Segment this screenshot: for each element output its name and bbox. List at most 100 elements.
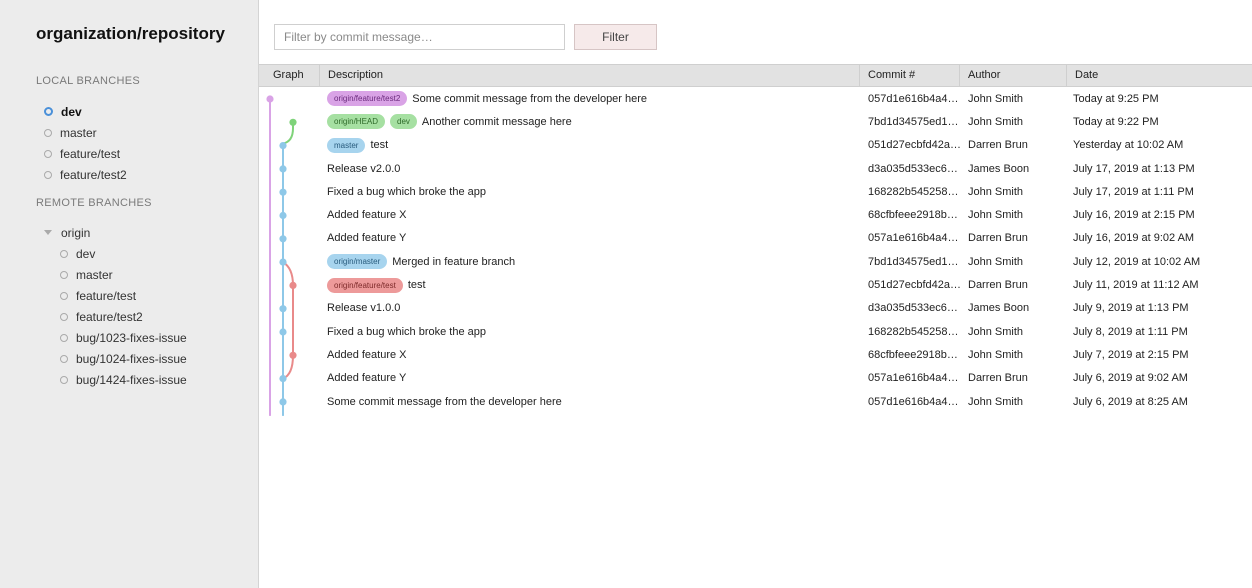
ref-badge[interactable]: origin/master xyxy=(327,254,388,270)
branch-circle-icon xyxy=(60,375,68,384)
commit-author: John Smith xyxy=(968,348,1024,361)
branch-label: bug/1023-fixes-issue xyxy=(76,330,187,345)
commit-row[interactable]: origin/feature/test test 051d27ecbfd42a… Da… xyxy=(319,273,1252,296)
commit-message: test xyxy=(407,279,426,292)
commit-author: Darren Brun xyxy=(968,279,1028,292)
commit-hash: 051d27ecbfd42a… xyxy=(868,139,960,152)
commit-author: Darren Brun xyxy=(968,139,1028,152)
commit-hash: 7bd1d34575ed1… xyxy=(868,255,959,268)
commit-date: July 16, 2019 at 2:15 PM xyxy=(1073,209,1195,222)
commit-row[interactable]: Fixed a bug which broke the app 168282b54… xyxy=(319,180,1252,203)
commit-description: Added feature X xyxy=(327,343,407,366)
header-commit: Commit # xyxy=(859,65,959,86)
branch-circle-icon xyxy=(60,291,68,300)
commit-message: Release v2.0.0 xyxy=(327,162,401,175)
commit-row[interactable]: Release v1.0.0 d3a035d533ec6… James Boon Ju… xyxy=(319,297,1252,320)
header-description: Description xyxy=(319,65,868,86)
commit-row[interactable]: origin/master Merged in feature branch 7bd… xyxy=(319,250,1252,273)
commit-author: John Smith xyxy=(968,92,1024,105)
branch-circle-icon xyxy=(44,107,53,116)
commit-node xyxy=(279,328,287,336)
commit-message: Some commit message from the developer h… xyxy=(412,92,648,105)
ref-badge[interactable]: master xyxy=(327,137,366,153)
local-branch-list: dev master feature/test feature/test2 xyxy=(0,101,259,185)
commit-row[interactable]: Added feature Y 057a1e616b4a4… Darren Brun… xyxy=(319,227,1252,250)
remote-name: origin xyxy=(61,225,91,240)
commit-node xyxy=(289,118,297,126)
branch-label: bug/1424-fixes-issue xyxy=(76,372,187,387)
commit-hash: 68cfbfeee2918b… xyxy=(868,209,958,222)
remote-branch-item[interactable]: master xyxy=(0,264,259,285)
commit-row[interactable]: master test 051d27ecbfd42a… Darren Brun Yest… xyxy=(319,134,1252,157)
commit-description: Added feature X xyxy=(327,203,407,226)
commit-description: Release v2.0.0 xyxy=(327,157,400,180)
commit-message: Fixed a bug which broke the app xyxy=(327,185,486,198)
ref-badge[interactable]: dev xyxy=(390,114,417,130)
commit-list: origin/feature/test2 Some commit message … xyxy=(319,87,1252,413)
ref-badge[interactable]: origin/feature/test2 xyxy=(327,91,408,107)
branch-label: feature/test xyxy=(76,288,137,303)
branch-circle-icon xyxy=(44,149,52,158)
remote-branch-item[interactable]: bug/1024-fixes-issue xyxy=(0,348,259,369)
branch-label: feature/test2 xyxy=(76,309,143,324)
chevron-down-icon xyxy=(44,230,52,235)
local-branch-item[interactable]: feature/test2 xyxy=(0,164,259,185)
commit-hash: 051d27ecbfd42a… xyxy=(868,279,960,292)
ref-badge[interactable]: origin/feature/test xyxy=(327,277,403,293)
commit-node xyxy=(279,305,287,313)
commit-description: Added feature Y xyxy=(327,227,406,250)
commit-row[interactable]: origin/HEAD dev Another commit message her… xyxy=(319,110,1252,133)
commit-node xyxy=(279,235,287,243)
remote-branch-list: origin xyxy=(0,222,259,243)
commit-node xyxy=(279,211,287,220)
commit-row[interactable]: Fixed a bug which broke the app 168282b54… xyxy=(319,320,1252,343)
commit-date: July 11, 2019 at 11:12 AM xyxy=(1073,279,1199,292)
branch-label: bug/1024-fixes-issue xyxy=(76,351,187,366)
local-branch-item[interactable]: dev xyxy=(0,101,259,122)
branch-circle-icon xyxy=(60,312,68,321)
commit-description: origin/master Merged in feature branch xyxy=(327,250,515,273)
remote-branch-item[interactable]: feature/test2 xyxy=(0,306,259,327)
branch-label: master xyxy=(60,125,97,140)
commit-hash: d3a035d533ec6… xyxy=(868,302,958,315)
ref-badge[interactable]: origin/HEAD xyxy=(327,114,386,130)
remote-branch-item[interactable]: dev xyxy=(0,243,259,264)
filter-input[interactable] xyxy=(274,24,565,50)
commit-date: July 6, 2019 at 9:02 AM xyxy=(1073,372,1188,385)
commit-node xyxy=(279,142,287,150)
commit-hash: 168282b545258… xyxy=(868,185,959,198)
branch-label: dev xyxy=(76,246,96,261)
local-branch-item[interactable]: feature/test xyxy=(0,143,259,164)
commit-node xyxy=(289,281,297,289)
branch-circle-icon xyxy=(60,249,68,258)
local-branch-item[interactable]: master xyxy=(0,122,259,143)
commit-description: Fixed a bug which broke the app xyxy=(327,180,486,203)
commit-row[interactable]: origin/feature/test2 Some commit message … xyxy=(319,87,1252,110)
commit-hash: 057d1e616b4a4… xyxy=(868,92,959,105)
commit-node xyxy=(279,398,287,406)
commit-row[interactable]: Some commit message from the developer h… xyxy=(319,390,1252,413)
commit-message: Added feature X xyxy=(327,209,407,222)
remote-branch-item[interactable]: bug/1023-fixes-issue xyxy=(0,327,259,348)
remote-branch-item[interactable]: feature/test xyxy=(0,285,259,306)
commit-message: Some commit message from the developer h… xyxy=(327,395,562,408)
commit-date: July 17, 2019 at 1:11 PM xyxy=(1073,185,1194,198)
filter-button[interactable]: Filter xyxy=(574,24,657,50)
branch-label: feature/test xyxy=(60,146,121,161)
commit-node xyxy=(279,258,287,266)
commit-row[interactable]: Added feature X 68cfbfeee2918b… John Smith… xyxy=(319,203,1252,226)
commit-row[interactable]: Added feature Y 057a1e616b4a4… Darren Brun… xyxy=(319,367,1252,390)
sidebar: organization/repository LOCAL BRANCHES d… xyxy=(0,0,259,588)
commit-description: Fixed a bug which broke the app xyxy=(327,320,486,343)
commit-row[interactable]: Release v2.0.0 d3a035d533ec6… James Boon Ju… xyxy=(319,157,1252,180)
remote-branch-item[interactable]: bug/1424-fixes-issue xyxy=(0,369,259,390)
commit-row[interactable]: Added feature X 68cfbfeee2918b… John Smith… xyxy=(319,343,1252,366)
commit-hash: 057a1e616b4a4… xyxy=(868,372,959,385)
commit-message: Added feature X xyxy=(327,348,407,361)
commit-message: Another commit message here xyxy=(421,115,572,128)
commit-description: origin/feature/test2 Some commit message … xyxy=(327,87,647,110)
remote-origin-toggle[interactable]: origin xyxy=(0,222,259,243)
commit-date: July 6, 2019 at 8:25 AM xyxy=(1073,395,1188,408)
commit-description: Release v1.0.0 xyxy=(327,297,400,320)
commit-author: John Smith xyxy=(968,185,1024,198)
